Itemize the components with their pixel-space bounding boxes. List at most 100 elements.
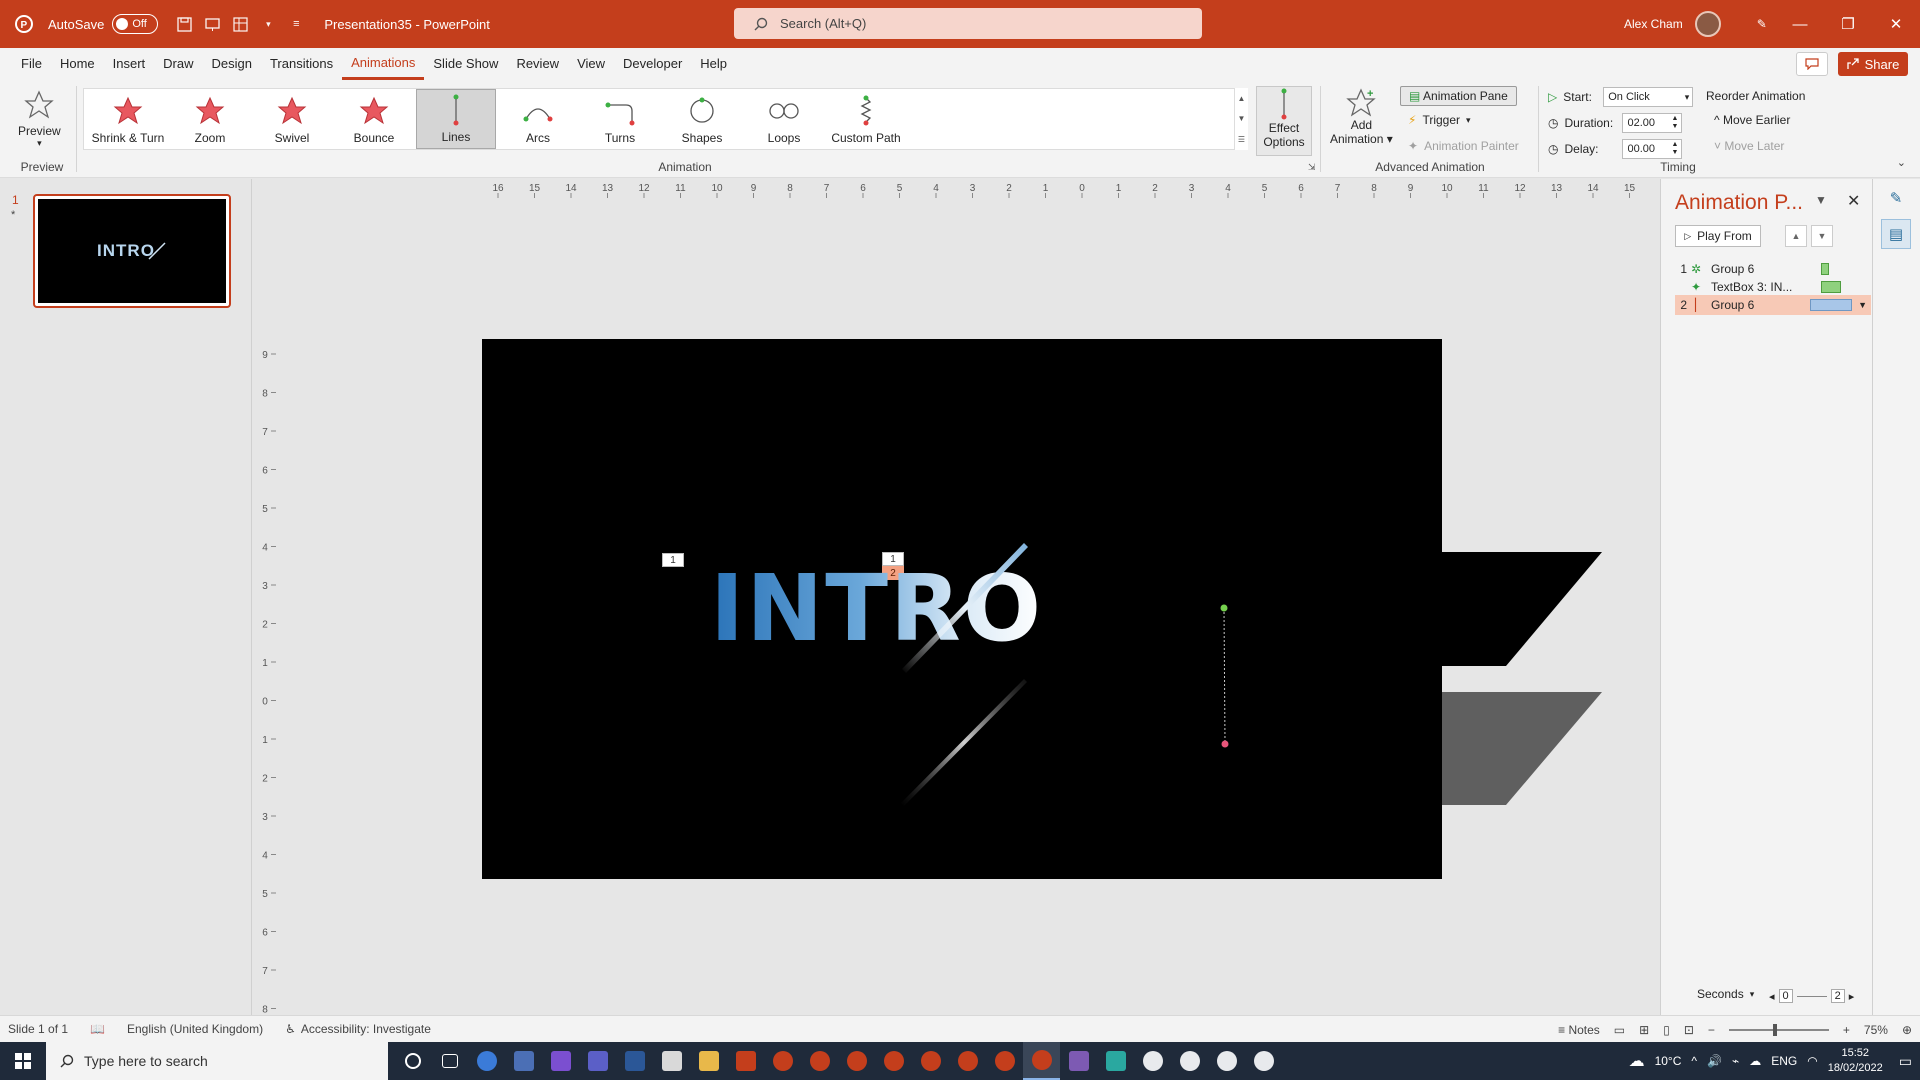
start-select[interactable]: On Click ▾	[1603, 87, 1694, 107]
animation-item[interactable]: 1 ✲ Group 6	[1675, 259, 1871, 279]
volume-icon[interactable]: 🔊	[1707, 1054, 1722, 1068]
minimize-icon[interactable]: —	[1776, 0, 1824, 48]
table-icon[interactable]	[226, 10, 254, 38]
windows-start-icon[interactable]	[0, 1042, 46, 1080]
gallery-scroll[interactable]: ▲ ▼ ☰	[1234, 88, 1248, 150]
offslide-gray-shape[interactable]	[1442, 692, 1602, 805]
effect-swivel[interactable]: Swivel	[252, 89, 332, 149]
chrome-icon[interactable]	[1134, 1042, 1171, 1080]
language[interactable]: English (United Kingdom)	[127, 1022, 263, 1036]
zoom-level[interactable]: 75%	[1864, 1023, 1888, 1037]
temperature[interactable]: 10°C	[1655, 1054, 1682, 1068]
powerpoint-icon[interactable]	[801, 1042, 838, 1080]
customize-toolbar-icon[interactable]: ≡	[282, 10, 310, 38]
powerpoint-icon[interactable]	[912, 1042, 949, 1080]
slideshow-icon[interactable]: ⊡	[1684, 1023, 1694, 1037]
weather-cloud-icon[interactable]: ☁	[1629, 1051, 1645, 1071]
powerpoint-icon[interactable]	[949, 1042, 986, 1080]
chevron-up-icon[interactable]: ^	[1691, 1054, 1697, 1068]
chevron-down-icon[interactable]: ▼	[1858, 300, 1867, 310]
file-explorer-icon[interactable]	[727, 1042, 764, 1080]
animation-painter-button[interactable]: ✦ Animation Painter	[1408, 139, 1519, 153]
zoom-in-icon[interactable]: +	[1843, 1023, 1850, 1037]
powerpoint-icon[interactable]	[838, 1042, 875, 1080]
scroll-up-icon[interactable]: ▲	[1238, 94, 1246, 103]
motion-path-line[interactable]	[1223, 607, 1226, 745]
user-account[interactable]: Alex Cham ✎	[1624, 0, 1767, 48]
slide-sorter-icon[interactable]: ⊞	[1639, 1023, 1649, 1037]
effect-lines[interactable]: Lines	[416, 89, 496, 149]
duration-stepper[interactable]: 02.00 ▲ ▼	[1622, 113, 1683, 133]
effect-arcs[interactable]: Arcs	[498, 89, 578, 149]
motion-path-start[interactable]	[1220, 604, 1228, 612]
start-from-beginning-icon[interactable]	[198, 10, 226, 38]
save-icon[interactable]	[170, 10, 198, 38]
play-from-button[interactable]: ▷ Play From	[1675, 225, 1761, 247]
autosave-toggle[interactable]: Off	[112, 14, 159, 34]
designer-icon[interactable]: ✎	[1881, 183, 1911, 213]
collapse-ribbon-icon[interactable]: ⌄	[1897, 156, 1906, 169]
tab-draw[interactable]: Draw	[154, 48, 202, 80]
wifi-icon[interactable]: ◠	[1807, 1054, 1817, 1068]
accessibility-status[interactable]: ♿ Accessibility: Investigate	[285, 1022, 431, 1036]
effect-options-button[interactable]: Effect Options	[1256, 86, 1312, 156]
tab-design[interactable]: Design	[203, 48, 261, 80]
gallery-more-icon[interactable]: ☰	[1238, 135, 1245, 144]
effect-zoom[interactable]: Zoom	[170, 89, 250, 149]
add-animation-button[interactable]: + Add Animation ▾	[1330, 88, 1393, 146]
reading-view-icon[interactable]: ▯	[1663, 1023, 1670, 1037]
effect-shapes[interactable]: Shapes	[662, 89, 742, 149]
slide-canvas[interactable]: 1 1 2 INTRO	[482, 339, 1442, 879]
preview-button[interactable]: Preview ▾	[18, 90, 61, 149]
close-icon[interactable]: ✕	[1872, 0, 1920, 48]
fit-slide-icon[interactable]: ⊕	[1902, 1023, 1912, 1037]
pane-options-icon[interactable]: ▼	[1815, 193, 1827, 207]
trigger-button[interactable]: ⚡ Trigger ▾	[1408, 113, 1471, 127]
tab-animations[interactable]: Animations	[342, 48, 425, 80]
effect-bounce[interactable]: Bounce	[334, 89, 414, 149]
paint-icon[interactable]	[505, 1042, 542, 1080]
restore-icon[interactable]: ❐	[1824, 0, 1872, 48]
move-up-icon[interactable]: ▲	[1785, 225, 1807, 247]
teams-icon[interactable]	[616, 1042, 653, 1080]
powerpoint-icon[interactable]	[875, 1042, 912, 1080]
effect-turns[interactable]: Turns	[580, 89, 660, 149]
powerpoint-icon[interactable]	[764, 1042, 801, 1080]
animation-pane-toggle-icon[interactable]: ▤	[1881, 219, 1911, 249]
animation-item-selected[interactable]: 2 ⎪ Group 6 ▼	[1675, 295, 1871, 315]
chrome-icon[interactable]	[468, 1042, 505, 1080]
timeline-bar[interactable]	[1821, 263, 1829, 275]
effect-custom-path[interactable]: Custom Path	[826, 89, 906, 149]
notes-button[interactable]: ≡ Notes	[1558, 1023, 1600, 1037]
seconds-dropdown[interactable]: Seconds ▾	[1697, 987, 1754, 1001]
spellcheck-icon[interactable]: 📖	[90, 1022, 105, 1036]
stepper-arrows-icon[interactable]: ▲ ▼	[1672, 141, 1679, 157]
app-icon[interactable]	[1060, 1042, 1097, 1080]
timeline-bar[interactable]	[1821, 281, 1841, 293]
scroll-left-icon[interactable]: ◂	[1769, 990, 1775, 1003]
close-pane-icon[interactable]: ✕	[1847, 191, 1860, 211]
tab-home[interactable]: Home	[51, 48, 104, 80]
offslide-black-shape[interactable]	[1442, 552, 1602, 666]
security-icon[interactable]	[579, 1042, 616, 1080]
scroll-down-icon[interactable]: ▼	[1238, 114, 1246, 123]
stepper-arrows-icon[interactable]: ▲ ▼	[1672, 115, 1679, 131]
move-down-icon[interactable]: ▼	[1811, 225, 1833, 247]
comments-button[interactable]	[1796, 52, 1828, 76]
slash-dim[interactable]	[901, 679, 1027, 806]
avatar[interactable]	[1694, 11, 1721, 37]
delay-stepper[interactable]: 00.00 ▲ ▼	[1622, 139, 1683, 159]
animation-item[interactable]: ✦ TextBox 3: IN...	[1675, 277, 1871, 297]
effect-shrink-turn[interactable]: Shrink & Turn	[88, 89, 168, 149]
tab-developer[interactable]: Developer	[614, 48, 691, 80]
word-icon[interactable]	[653, 1042, 690, 1080]
tab-help[interactable]: Help	[691, 48, 736, 80]
intro-title[interactable]: INTRO	[710, 559, 1043, 659]
share-button[interactable]: Share	[1838, 52, 1908, 76]
chrome-icon[interactable]	[1245, 1042, 1282, 1080]
notifications-icon[interactable]: ▭	[1899, 1053, 1912, 1070]
zoom-out-icon[interactable]: −	[1708, 1023, 1715, 1037]
tab-transitions[interactable]: Transitions	[261, 48, 342, 80]
camtasia-icon[interactable]	[1097, 1042, 1134, 1080]
shortcut-icon[interactable]	[690, 1042, 727, 1080]
